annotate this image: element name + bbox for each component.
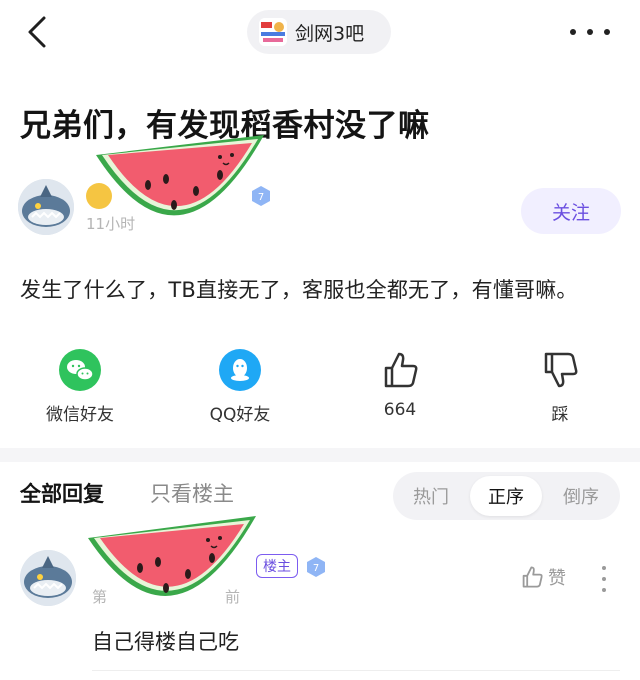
dislike-button[interactable]: 踩: [500, 348, 620, 425]
verified-icon: 7: [307, 557, 325, 577]
sort-switch: 热门 正序 倒序: [393, 472, 620, 520]
share-qq-button[interactable]: QQ好友: [180, 348, 300, 425]
thumbs-up-icon: [378, 348, 422, 392]
like-count: 664: [383, 400, 417, 420]
reply-like-button[interactable]: 赞: [520, 564, 566, 590]
chevron-left-icon: [28, 16, 46, 48]
wechat-icon: [58, 348, 102, 392]
wechat-label: 微信好友: [46, 405, 114, 425]
more-vertical-icon: [602, 566, 606, 570]
thumbs-down-icon: [538, 348, 582, 392]
more-button[interactable]: [570, 26, 610, 38]
post-body: 发生了什么了，TB直接无了，客服也全都无了，有懂哥嘛。: [20, 278, 578, 302]
follow-button[interactable]: 关注: [521, 188, 621, 234]
qq-icon: [218, 348, 262, 392]
share-wechat-button[interactable]: 微信好友: [20, 348, 140, 425]
top-bar: 剑网3吧: [0, 0, 640, 64]
sort-asc-button[interactable]: 正序: [470, 476, 542, 516]
tab-all-replies[interactable]: 全部回复: [20, 478, 104, 508]
forum-entry-button[interactable]: 剑网3吧: [247, 10, 391, 54]
svg-text:7: 7: [313, 563, 319, 574]
forum-logo-icon: [259, 18, 287, 46]
reply-like-label: 赞: [548, 568, 566, 589]
tab-op-only[interactable]: 只看楼主: [150, 478, 234, 508]
reply-text: 自己得楼自己吃: [92, 630, 239, 654]
reply-divider: [92, 670, 620, 671]
avatar[interactable]: [20, 550, 76, 606]
section-divider: [0, 448, 640, 462]
like-button[interactable]: 664: [340, 348, 460, 420]
qq-label: QQ好友: [209, 405, 271, 425]
forum-name: 剑网3吧: [295, 22, 365, 45]
watermelon-sticker-icon: [96, 135, 264, 216]
back-button[interactable]: [22, 14, 54, 50]
sort-hot-button[interactable]: 热门: [395, 476, 467, 516]
more-horizontal-icon: [570, 29, 576, 35]
dislike-label: 踩: [551, 405, 569, 425]
watermelon-sticker-icon: [88, 516, 256, 596]
reply-more-button[interactable]: [602, 566, 608, 592]
thumbs-up-icon: [522, 566, 543, 588]
sort-desc-button[interactable]: 倒序: [545, 476, 617, 516]
share-action-row: 微信好友 QQ好友 664 踩: [0, 348, 640, 428]
op-badge: 楼主: [256, 554, 298, 578]
avatar[interactable]: [18, 179, 74, 235]
